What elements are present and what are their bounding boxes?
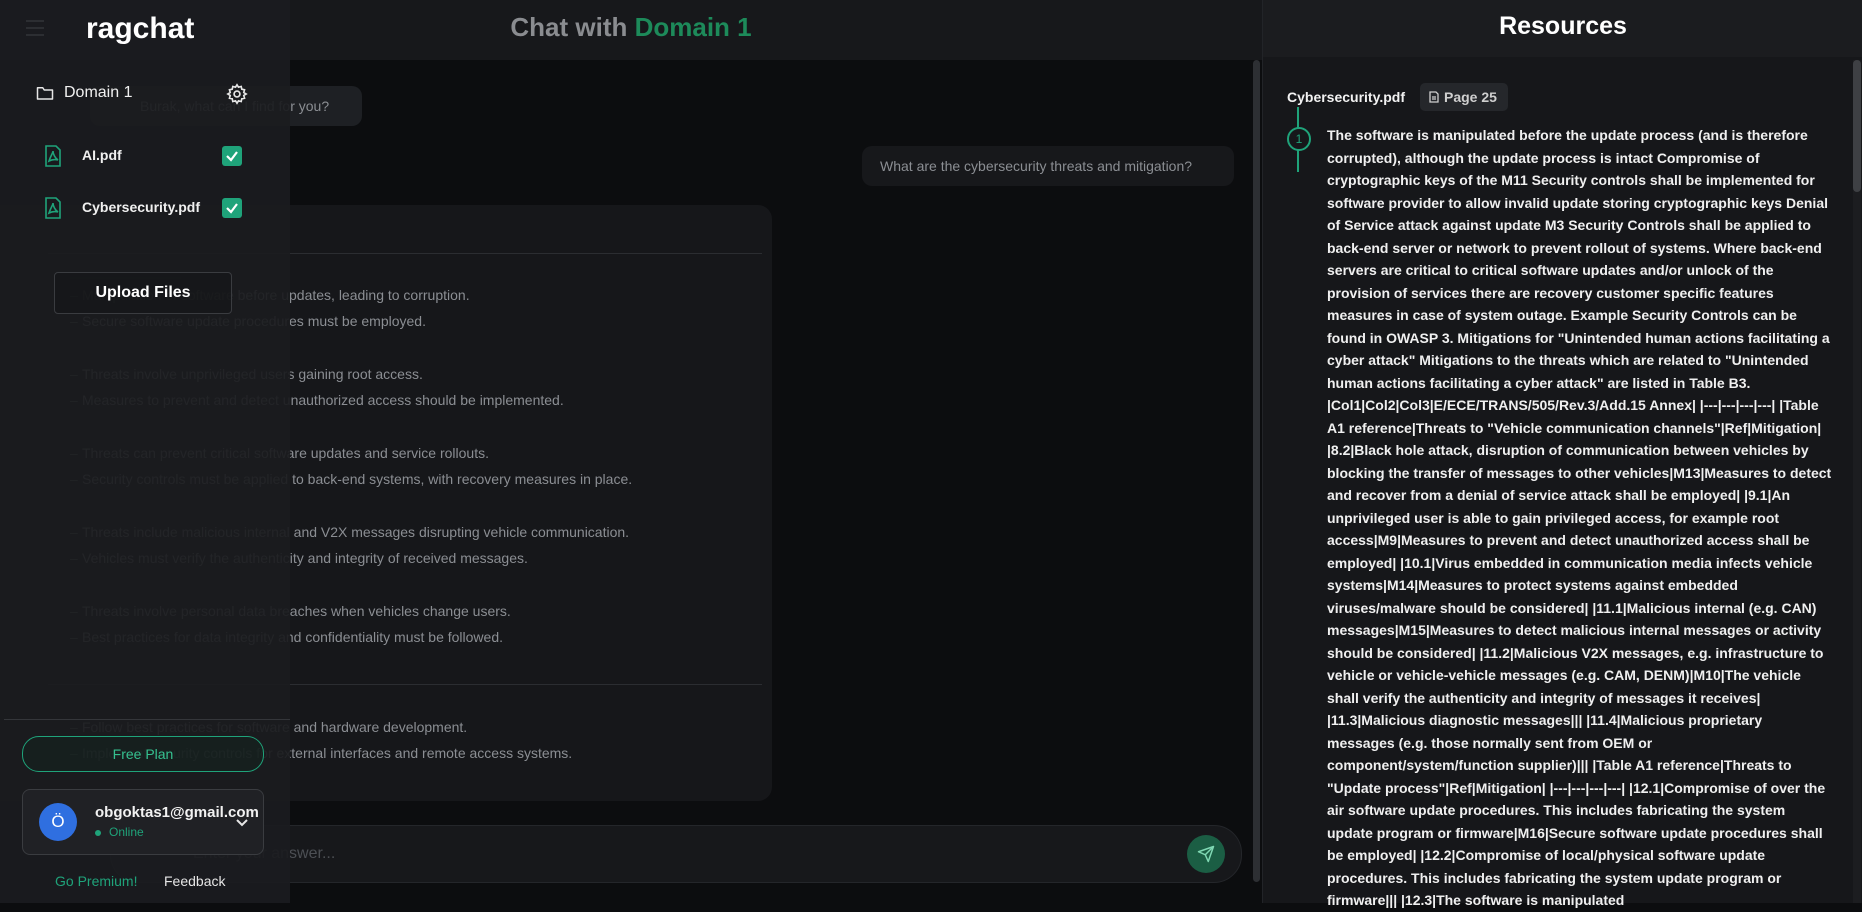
source-file-name[interactable]: Cybersecurity.pdf (1287, 89, 1405, 105)
user-status: Online (109, 825, 144, 839)
file-checkbox[interactable] (222, 146, 242, 166)
message-input[interactable] (191, 844, 995, 864)
page-label: Page 25 (1444, 89, 1497, 105)
pdf-icon (45, 197, 61, 219)
reference-text: The software is manipulated before the u… (1327, 127, 1832, 908)
user-account-card[interactable]: Ö obgoktas1@gmail.com Online (22, 789, 264, 855)
chevron-down-icon[interactable] (235, 818, 249, 828)
domain-label: Domain 1 (64, 84, 133, 101)
resources-scrollbar-thumb[interactable] (1853, 60, 1861, 192)
domain-selector[interactable]: Domain 1 (36, 82, 256, 108)
send-icon (1197, 845, 1215, 863)
chat-title-prefix: Chat with (510, 12, 635, 42)
feedback-link[interactable]: Feedback (164, 873, 225, 889)
brand-logo: ragchat (86, 12, 195, 45)
upload-files-button[interactable]: Upload Files (54, 272, 232, 314)
file-checkbox[interactable] (222, 198, 242, 218)
sidebar: ragchat Domain 1 AI.pdf Cybersecurity.pd… (0, 0, 290, 903)
settings-icon[interactable] (226, 83, 248, 105)
page-badge[interactable]: Page 25 (1420, 83, 1508, 111)
reference-number: 1 (1287, 127, 1311, 151)
menu-icon[interactable] (26, 20, 44, 36)
chat-scrollbar-thumb[interactable] (1253, 60, 1260, 882)
send-button[interactable] (1187, 835, 1225, 873)
user-message-text: What are the cybersecurity threats and m… (880, 158, 1193, 174)
pdf-icon (45, 145, 61, 167)
file-name: AI.pdf (82, 147, 122, 163)
avatar: Ö (39, 803, 77, 841)
file-item-ai[interactable]: AI.pdf (44, 141, 249, 171)
go-premium-link[interactable]: Go Premium! (55, 873, 137, 889)
resources-title: Resources (1499, 12, 1627, 40)
folder-icon (36, 87, 54, 100)
resources-scrollbar[interactable] (1853, 60, 1861, 903)
resources-panel: Resources Cybersecurity.pdf Page 25 1 Th… (1262, 0, 1862, 908)
chat-title-domain: Domain 1 (634, 12, 752, 42)
chat-scrollbar[interactable] (1253, 60, 1261, 903)
online-status-dot (95, 830, 101, 836)
checkbox-icon (226, 203, 238, 214)
file-name: Cybersecurity.pdf (82, 199, 200, 215)
checkbox-icon (226, 151, 238, 162)
sidebar-divider (4, 719, 290, 720)
file-item-cybersecurity[interactable]: Cybersecurity.pdf (44, 193, 249, 223)
user-message-bubble: What are the cybersecurity threats and m… (862, 146, 1234, 186)
document-icon (1429, 91, 1439, 103)
free-plan-button[interactable]: Free Plan (22, 736, 264, 772)
resources-header: Resources (1263, 0, 1862, 57)
